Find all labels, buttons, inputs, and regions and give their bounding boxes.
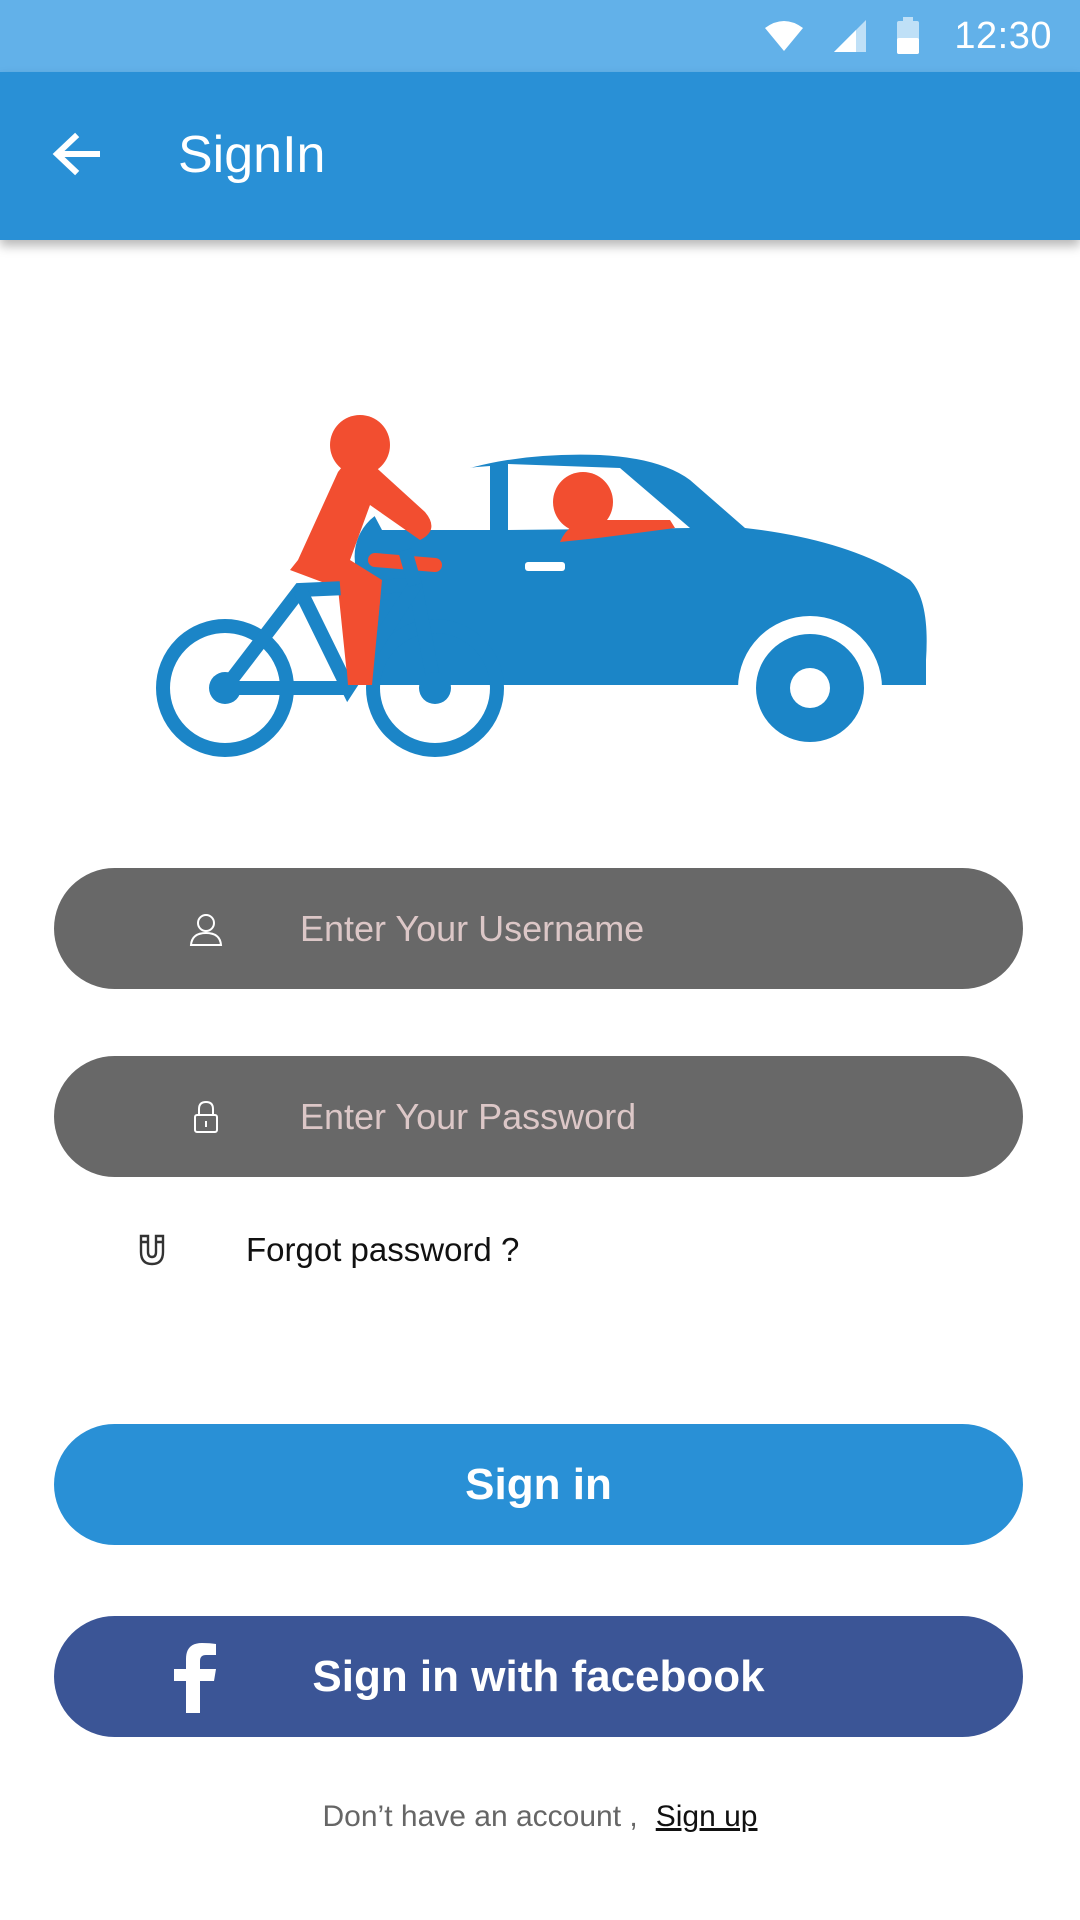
signup-prompt-text: Don’t have an account , [322,1800,638,1833]
status-time: 12:30 [954,14,1052,57]
magnet-icon [132,1228,172,1272]
sign-in-label: Sign in [465,1459,612,1509]
lock-icon [186,1097,226,1137]
forgot-password-row: Forgot password ? [132,1228,519,1272]
facebook-sign-in-button[interactable]: Sign in with facebook [54,1616,1023,1737]
bicycle-and-car-illustration [150,410,930,770]
facebook-icon [172,1641,220,1713]
sign-in-button[interactable]: Sign in [54,1424,1023,1545]
password-field[interactable] [54,1056,1023,1177]
username-input[interactable] [300,868,1000,989]
back-button[interactable] [44,124,108,188]
facebook-sign-in-label: Sign in with facebook [312,1651,765,1701]
battery-icon [896,17,920,55]
app-bar: SignIn [0,72,1080,240]
forgot-password-link[interactable]: Forgot password ? [246,1231,519,1269]
signup-prompt: Don’t have an account , Sign up [0,1800,1080,1834]
status-bar: 12:30 [0,0,1080,72]
page-title: SignIn [178,125,326,184]
wifi-icon [764,20,804,52]
sign-up-link[interactable]: Sign up [656,1800,758,1834]
username-field[interactable] [54,868,1023,989]
password-input[interactable] [300,1056,1000,1177]
cell-signal-icon [832,19,868,53]
user-icon [186,909,226,949]
arrow-left-icon [51,132,101,181]
